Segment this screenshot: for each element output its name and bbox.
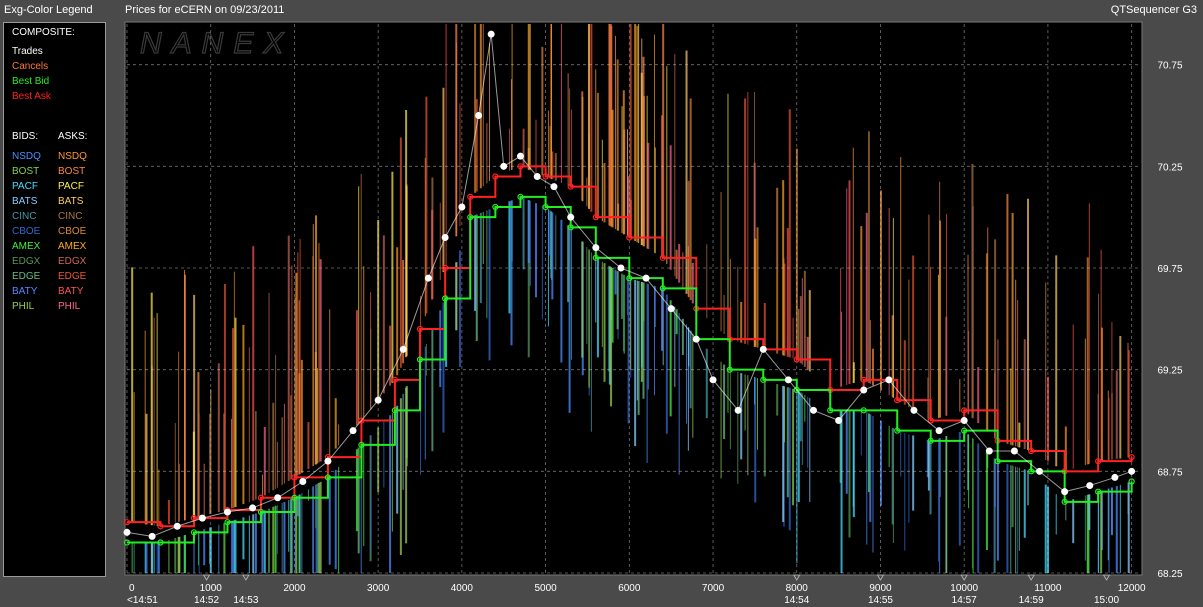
trade-point xyxy=(692,335,700,343)
y-tick-label: 68.25 xyxy=(1157,569,1182,580)
time-label: 14:55 xyxy=(868,595,893,606)
trade-point xyxy=(734,406,742,414)
trade-point xyxy=(860,386,868,394)
trade-point xyxy=(642,274,650,282)
time-marker xyxy=(202,574,211,581)
trade-point xyxy=(1010,447,1018,455)
trade-point xyxy=(148,532,156,540)
trade-point xyxy=(299,478,307,485)
time-marker xyxy=(960,574,968,581)
trade-point xyxy=(274,494,282,502)
x-tick-label: 3000 xyxy=(367,583,390,594)
trade-point xyxy=(617,264,625,272)
trade-point xyxy=(550,183,558,191)
trade-point xyxy=(198,514,206,522)
time-marker xyxy=(1027,574,1035,581)
nanex-watermark: NANEX xyxy=(140,27,293,60)
time-marker xyxy=(1102,574,1111,581)
trade-point xyxy=(441,234,449,241)
plot-area xyxy=(124,21,1143,576)
time-label: 15:00 xyxy=(1094,595,1119,606)
time-label: 14:54 xyxy=(784,595,809,606)
x-tick-label: 7000 xyxy=(702,583,725,594)
trade-point xyxy=(784,376,792,384)
time-label: 14:53 xyxy=(233,595,258,606)
time-marker xyxy=(793,574,801,581)
x-tick-label: 0 xyxy=(129,583,135,594)
trade-point xyxy=(910,406,918,414)
time-marker xyxy=(876,574,885,581)
trade-point xyxy=(1086,482,1094,490)
trade-point xyxy=(1111,473,1119,481)
trade-point xyxy=(809,406,817,414)
trade-point xyxy=(223,508,231,516)
time-label: 14:57 xyxy=(952,595,977,606)
trade-point xyxy=(533,173,541,180)
trade-point xyxy=(173,522,181,530)
time-label: 14:59 xyxy=(1019,595,1044,606)
trade-point xyxy=(985,447,993,455)
time-label: 14:52 xyxy=(194,595,219,606)
trade-point xyxy=(123,528,131,536)
y-tick-label: 69.25 xyxy=(1157,366,1182,377)
trade-point xyxy=(592,244,600,252)
x-tick-label: 6000 xyxy=(618,583,641,594)
trade-point xyxy=(759,345,767,353)
trade-point xyxy=(960,417,968,424)
x-tick-label: 8000 xyxy=(786,583,809,594)
trade-point xyxy=(399,345,407,353)
time-marker xyxy=(242,574,250,581)
trade-point xyxy=(424,274,432,282)
trade-point xyxy=(324,457,332,465)
x-tick-label: 2000 xyxy=(283,583,306,594)
trade-point xyxy=(835,417,843,424)
y-tick-label: 70.25 xyxy=(1157,162,1182,173)
trade-point xyxy=(349,427,357,435)
time-label: <14:51 xyxy=(127,595,158,606)
trade-point xyxy=(475,112,483,119)
x-tick-label: 4000 xyxy=(451,583,474,594)
trade-point xyxy=(885,376,893,384)
y-tick-label: 68.75 xyxy=(1157,467,1182,478)
x-tick-label: 11000 xyxy=(1034,583,1062,594)
trade-point xyxy=(667,305,675,313)
trade-point xyxy=(374,396,382,404)
x-tick-label: 9000 xyxy=(869,583,892,594)
x-tick-label: 1000 xyxy=(200,583,223,594)
trade-point xyxy=(935,427,943,435)
trade-point xyxy=(516,152,524,160)
trade-point xyxy=(709,376,717,384)
trade-point xyxy=(1036,467,1044,475)
trade-point xyxy=(249,504,257,512)
x-tick-label: 10000 xyxy=(950,583,978,594)
x-tick-label: 5000 xyxy=(534,583,557,594)
price-chart: NANEX 0 1000 2000 3000 4000 5000 6000 7000 8000 9… xyxy=(123,21,1183,606)
trade-point xyxy=(458,203,466,211)
trade-point xyxy=(567,213,575,221)
trade-point xyxy=(1061,488,1069,496)
trade-point xyxy=(1128,467,1136,475)
trade-point xyxy=(487,30,495,38)
y-tick-label: 70.75 xyxy=(1157,61,1182,72)
y-tick-label: 69.75 xyxy=(1157,264,1182,275)
trade-point xyxy=(500,162,508,170)
x-tick-label: 12000 xyxy=(1118,583,1146,594)
